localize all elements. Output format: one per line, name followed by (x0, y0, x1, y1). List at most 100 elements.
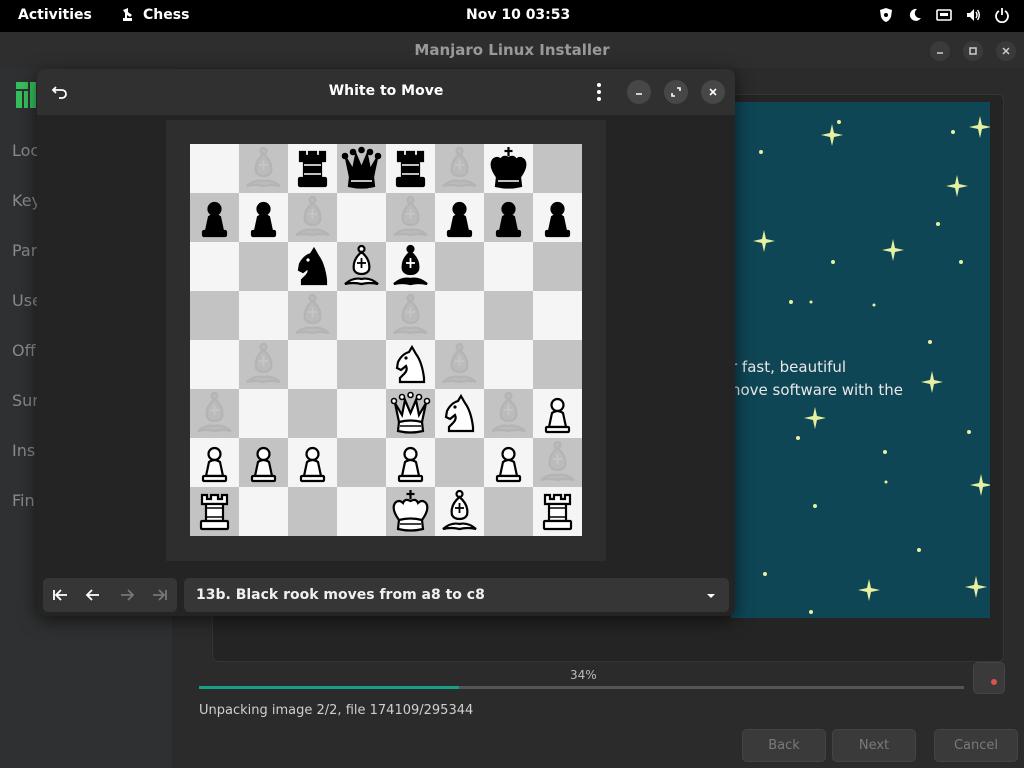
square-h7[interactable] (533, 193, 582, 242)
black-knight-icon[interactable] (288, 242, 337, 291)
square-f4[interactable] (435, 340, 484, 389)
chess-minimize-button[interactable] (627, 80, 651, 104)
square-g7[interactable] (484, 193, 533, 242)
square-c1[interactable] (288, 487, 337, 536)
white-pawn-icon[interactable] (533, 389, 582, 438)
square-d6[interactable] (337, 242, 386, 291)
last-move-button[interactable] (143, 578, 176, 612)
square-f5[interactable] (435, 291, 484, 340)
black-rook-icon[interactable] (288, 144, 337, 193)
cancel-button[interactable]: Cancel (934, 729, 1018, 762)
square-a6[interactable] (190, 242, 239, 291)
system-tray[interactable] (878, 7, 1010, 23)
square-a4[interactable] (190, 340, 239, 389)
square-d4[interactable] (337, 340, 386, 389)
black-pawn-icon[interactable] (533, 193, 582, 242)
square-b1[interactable] (239, 487, 288, 536)
square-b4[interactable] (239, 340, 288, 389)
square-g4[interactable] (484, 340, 533, 389)
black-pawn-icon[interactable] (435, 193, 484, 242)
activities-button[interactable]: Activities (18, 7, 92, 23)
square-a1[interactable] (190, 487, 239, 536)
square-c2[interactable] (288, 438, 337, 487)
first-move-button[interactable] (43, 578, 76, 612)
white-rook-icon[interactable] (533, 487, 582, 536)
white-pawn-icon[interactable] (239, 438, 288, 487)
square-h6[interactable] (533, 242, 582, 291)
white-king-icon[interactable] (386, 487, 435, 536)
white-rook-icon[interactable] (190, 487, 239, 536)
square-f2[interactable] (435, 438, 484, 487)
white-bishop-icon[interactable] (337, 242, 386, 291)
square-g5[interactable] (484, 291, 533, 340)
square-c7[interactable] (288, 193, 337, 242)
square-b5[interactable] (239, 291, 288, 340)
black-pawn-icon[interactable] (484, 193, 533, 242)
white-pawn-icon[interactable] (386, 438, 435, 487)
square-b8[interactable] (239, 144, 288, 193)
next-button[interactable]: Next (832, 729, 916, 762)
square-a8[interactable] (190, 144, 239, 193)
square-d1[interactable] (337, 487, 386, 536)
chess-close-button[interactable] (701, 80, 725, 104)
square-b3[interactable] (239, 389, 288, 438)
square-h4[interactable] (533, 340, 582, 389)
square-f6[interactable] (435, 242, 484, 291)
square-e6[interactable] (386, 242, 435, 291)
square-h5[interactable] (533, 291, 582, 340)
white-queen-icon[interactable] (386, 389, 435, 438)
square-b6[interactable] (239, 242, 288, 291)
close-button[interactable] (996, 41, 1016, 61)
square-c8[interactable] (288, 144, 337, 193)
square-h1[interactable] (533, 487, 582, 536)
square-c3[interactable] (288, 389, 337, 438)
square-f7[interactable] (435, 193, 484, 242)
next-move-button[interactable] (110, 578, 143, 612)
square-h2[interactable] (533, 438, 582, 487)
toggle-log-button[interactable] (973, 662, 1005, 694)
square-d7[interactable] (337, 193, 386, 242)
menu-icon[interactable] (591, 82, 607, 102)
square-f8[interactable] (435, 144, 484, 193)
white-knight-icon[interactable] (386, 340, 435, 389)
square-g6[interactable] (484, 242, 533, 291)
white-pawn-icon[interactable] (190, 438, 239, 487)
black-king-icon[interactable] (484, 144, 533, 193)
square-c4[interactable] (288, 340, 337, 389)
white-pawn-icon[interactable] (288, 438, 337, 487)
minimize-button[interactable] (930, 41, 950, 61)
white-pawn-icon[interactable] (484, 438, 533, 487)
square-d3[interactable] (337, 389, 386, 438)
square-f1[interactable] (435, 487, 484, 536)
square-e5[interactable] (386, 291, 435, 340)
chess-maximize-button[interactable] (664, 80, 688, 104)
square-e8[interactable] (386, 144, 435, 193)
square-c5[interactable] (288, 291, 337, 340)
black-bishop-icon[interactable] (386, 242, 435, 291)
square-e2[interactable] (386, 438, 435, 487)
square-a5[interactable] (190, 291, 239, 340)
move-history-dropdown[interactable]: 13b. Black rook moves from a8 to c8 (184, 578, 729, 612)
app-menu[interactable]: Chess (120, 7, 189, 23)
square-a7[interactable] (190, 193, 239, 242)
white-knight-icon[interactable] (435, 389, 484, 438)
square-e3[interactable] (386, 389, 435, 438)
square-a3[interactable] (190, 389, 239, 438)
black-pawn-icon[interactable] (239, 193, 288, 242)
square-e4[interactable] (386, 340, 435, 389)
square-f3[interactable] (435, 389, 484, 438)
chess-board[interactable] (190, 144, 582, 536)
black-rook-icon[interactable] (386, 144, 435, 193)
square-h3[interactable] (533, 389, 582, 438)
back-button[interactable]: Back (742, 729, 826, 762)
black-queen-icon[interactable] (337, 144, 386, 193)
square-g2[interactable] (484, 438, 533, 487)
square-b2[interactable] (239, 438, 288, 487)
square-e7[interactable] (386, 193, 435, 242)
square-e1[interactable] (386, 487, 435, 536)
square-g3[interactable] (484, 389, 533, 438)
square-c6[interactable] (288, 242, 337, 291)
square-d8[interactable] (337, 144, 386, 193)
black-pawn-icon[interactable] (190, 193, 239, 242)
square-b7[interactable] (239, 193, 288, 242)
